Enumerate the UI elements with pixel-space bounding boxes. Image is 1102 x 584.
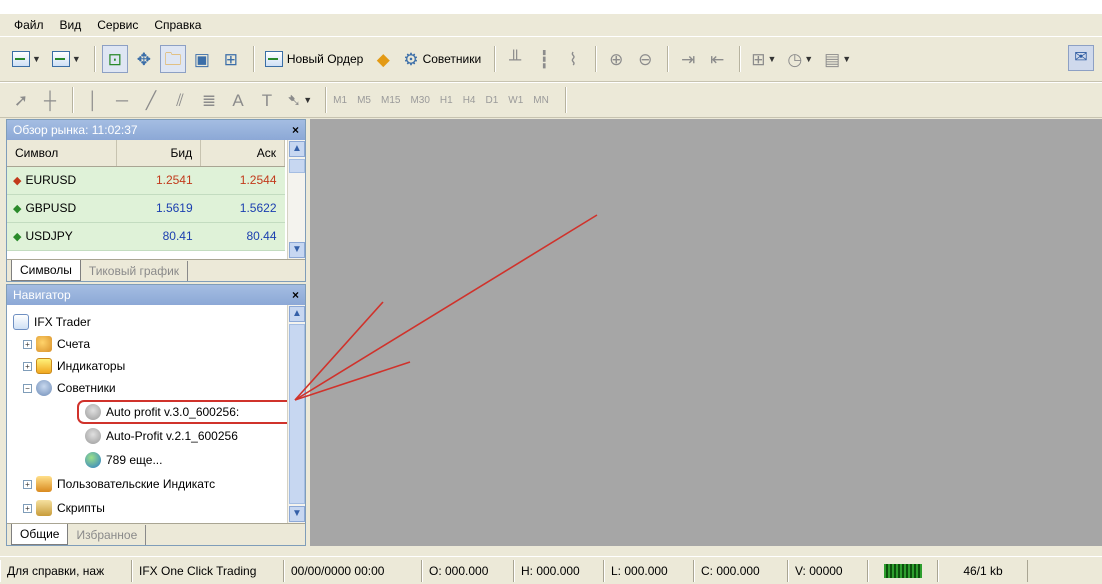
status-datetime: 00/00/0000 00:00 xyxy=(284,559,422,582)
status-help: Для справки, наж xyxy=(0,559,132,582)
status-profile[interactable]: IFX One Click Trading xyxy=(132,559,284,582)
status-high: H: 000.000 xyxy=(514,559,604,582)
status-close: C: 000.000 xyxy=(694,559,788,582)
status-open: O: 000.000 xyxy=(422,559,514,582)
arrow-line xyxy=(294,214,598,401)
status-bar: Для справки, наж IFX One Click Trading 0… xyxy=(0,556,1102,584)
status-low: L: 000.000 xyxy=(604,559,694,582)
status-volume: V: 00000 xyxy=(788,559,868,582)
connection-bars-icon xyxy=(884,563,922,578)
annotation-arrows xyxy=(294,214,598,401)
connection-status[interactable] xyxy=(868,559,938,582)
status-traffic: 46/1 kb xyxy=(938,559,1028,582)
